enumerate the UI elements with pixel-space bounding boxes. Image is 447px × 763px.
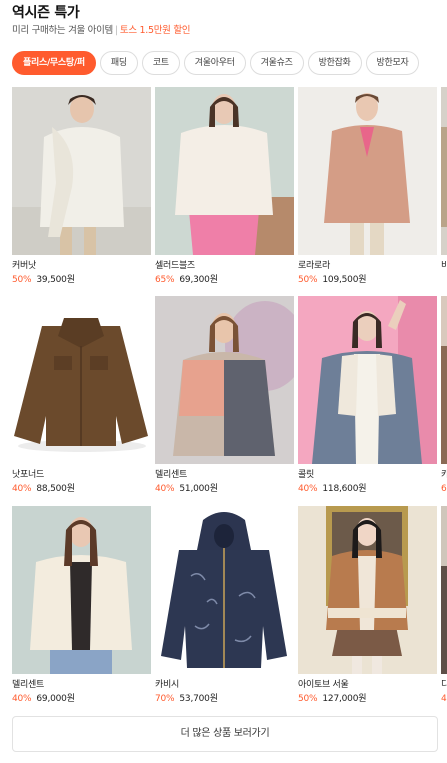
product-brand: 아이토브 서울 <box>298 680 349 690</box>
chip-winter-accessories[interactable]: 방한잡화 <box>307 51 362 75</box>
product-brand: 비 <box>441 261 447 271</box>
product-card[interactable]: 낫포너드 40% 88,500원 <box>12 296 151 495</box>
chip-padding[interactable]: 패딩 <box>99 51 138 75</box>
product-price: 40% 51,000원 <box>155 484 294 495</box>
sale-price: 69,300원 <box>179 275 218 285</box>
discount-rate: 50% <box>298 275 318 285</box>
product-price: 65% 69,300원 <box>155 275 294 286</box>
product-image[interactable] <box>155 296 294 464</box>
chip-fleece-mustang-fur[interactable]: 플리스/무스탕/퍼 <box>12 51 96 75</box>
discount-rate: 40% <box>155 484 175 494</box>
sale-price: 69,000원 <box>36 694 75 704</box>
chip-winter-shoes[interactable]: 겨울슈즈 <box>249 51 304 75</box>
discount-rate: 6 <box>441 484 447 494</box>
product-card[interactable]: 카 6 <box>441 296 447 495</box>
product-image[interactable] <box>298 296 437 464</box>
product-brand: 델리센트 <box>155 470 187 480</box>
product-brand: 카 <box>441 470 447 480</box>
discount-rate: 40% <box>298 484 318 494</box>
view-more-button[interactable]: 더 많은 상품 보러가기 <box>12 716 438 752</box>
product-brand: 카비시 <box>155 680 179 690</box>
product-price: 50% 127,000원 <box>298 694 437 705</box>
sale-price: 39,500원 <box>36 275 75 285</box>
product-card[interactable]: 셀러드블즈 65% 69,300원 <box>155 87 294 286</box>
sale-price: 53,700원 <box>179 694 218 704</box>
product-brand: 콜릿 <box>298 470 314 480</box>
product-card[interactable]: 델리센트 40% 51,000원 <box>155 296 294 495</box>
discount-rate: 40% <box>12 484 32 494</box>
product-image[interactable] <box>155 506 294 674</box>
category-chips: 플리스/무스탕/퍼 패딩 코트 겨울아우터 겨울슈즈 방한잡화 방한모자 <box>12 51 447 75</box>
discount-rate: 50% <box>298 694 318 704</box>
product-image[interactable] <box>12 506 151 674</box>
product-grid: 커버낫 50% 39,500원 셀러드블즈 65% 69,300원 로라로라 5… <box>12 87 447 707</box>
sale-price: 118,600원 <box>322 484 367 494</box>
product-price: 4 <box>441 694 447 705</box>
chip-coat[interactable]: 코트 <box>141 51 180 75</box>
chip-winter-hats[interactable]: 방한모자 <box>365 51 420 75</box>
subtitle-separator: | <box>115 25 118 36</box>
sale-price: 109,500원 <box>322 275 367 285</box>
product-image[interactable] <box>12 87 151 255</box>
section-header: 역시즌 특가 미리 구매하는 겨울 아이템 | 토스 1.5만원 할인 <box>12 4 191 37</box>
product-card[interactable]: 델리센트 40% 69,000원 <box>12 506 151 705</box>
product-brand: 로라로라 <box>298 261 330 271</box>
product-brand: 디 <box>441 680 447 690</box>
product-image[interactable] <box>155 87 294 255</box>
discount-rate: 40% <box>12 694 32 704</box>
product-card[interactable]: 커버낫 50% 39,500원 <box>12 87 151 286</box>
product-price: 40% 69,000원 <box>12 694 151 705</box>
section-subtitle: 미리 구매하는 겨울 아이템 | 토스 1.5만원 할인 <box>12 25 191 37</box>
sale-price: 88,500원 <box>36 484 75 494</box>
chip-winter-outer[interactable]: 겨울아우터 <box>183 51 246 75</box>
product-brand: 낫포너드 <box>12 470 44 480</box>
product-card[interactable]: 비 <box>441 87 447 286</box>
product-card[interactable]: 콜릿 40% 118,600원 <box>298 296 437 495</box>
product-image[interactable] <box>12 296 151 464</box>
product-price: 40% 88,500원 <box>12 484 151 495</box>
product-image[interactable] <box>441 296 447 464</box>
product-brand: 델리센트 <box>12 680 44 690</box>
product-brand: 셀러드블즈 <box>155 261 195 271</box>
discount-rate: 65% <box>155 275 175 285</box>
product-price: 6 <box>441 484 447 495</box>
product-card[interactable]: 디 4 <box>441 506 447 705</box>
subtitle-text: 미리 구매하는 겨울 아이템 <box>12 25 113 36</box>
discount-rate: 50% <box>12 275 32 285</box>
discount-rate: 4 <box>441 694 447 704</box>
product-image[interactable] <box>441 87 447 255</box>
product-price: 40% 118,600원 <box>298 484 437 495</box>
promo-text: 토스 1.5만원 할인 <box>119 25 191 36</box>
sale-price: 127,000원 <box>322 694 367 704</box>
product-card[interactable]: 로라로라 50% 109,500원 <box>298 87 437 286</box>
discount-rate: 70% <box>155 694 175 704</box>
product-card[interactable]: 카비시 70% 53,700원 <box>155 506 294 705</box>
product-price: 50% 109,500원 <box>298 275 437 286</box>
sale-price: 51,000원 <box>179 484 218 494</box>
product-image[interactable] <box>441 506 447 674</box>
product-price <box>441 275 447 286</box>
product-brand: 커버낫 <box>12 261 36 271</box>
product-card[interactable]: 아이토브 서울 50% 127,000원 <box>298 506 437 705</box>
product-image[interactable] <box>298 87 437 255</box>
product-price: 70% 53,700원 <box>155 694 294 705</box>
product-price: 50% 39,500원 <box>12 275 151 286</box>
product-image[interactable] <box>298 506 437 674</box>
section-title: 역시즌 특가 <box>12 5 80 21</box>
